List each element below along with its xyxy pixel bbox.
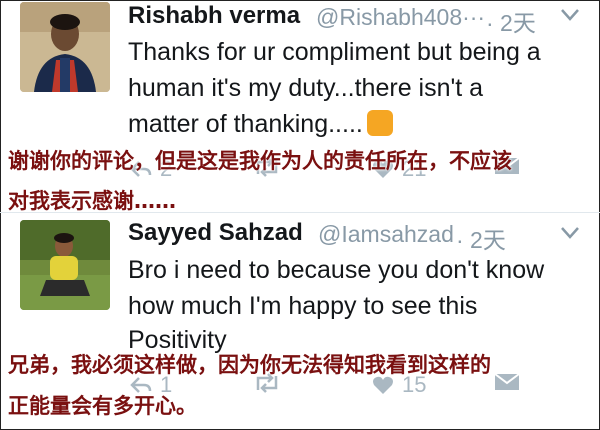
timestamp[interactable]: · 2天 xyxy=(456,221,506,255)
translation-line: 谢谢你的评论，但是这是我作为人的责任所在，不应该 xyxy=(8,149,512,173)
tweet-1[interactable]: Rishabh verma @Rishabh408··· · 2天 Thanks… xyxy=(0,0,600,213)
user-handle[interactable]: @Iamsahzad xyxy=(318,221,454,248)
display-name[interactable]: Sayyed Sahzad xyxy=(128,219,303,247)
translation-line: 对我表示感谢…… xyxy=(8,189,176,213)
translation-line: 正能量会有多开心。 xyxy=(8,394,197,418)
dm-button[interactable] xyxy=(494,372,520,392)
caret-down-icon[interactable] xyxy=(560,224,580,247)
tweet-divider xyxy=(0,212,600,213)
caret-down-icon[interactable] xyxy=(560,6,580,29)
tweet-text-line: matter of thanking..... xyxy=(128,110,393,139)
tweet-2[interactable]: Sayyed Sahzad @Iamsahzad · 2天 Bro i need… xyxy=(0,214,600,430)
timestamp[interactable]: · 2天 xyxy=(486,4,536,38)
tweet-text-line: how much I'm happy to see this xyxy=(128,292,478,320)
thumbs-up-emoji xyxy=(366,110,393,136)
avatar[interactable] xyxy=(20,2,110,92)
translation-line: 兄弟，我必须这样做，因为你无法得知我看到这样的 xyxy=(8,353,491,377)
tweet-text-segment: matter of thanking..... xyxy=(128,110,363,138)
user-handle[interactable]: @Rishabh408··· xyxy=(316,4,485,31)
tweet-text-line: Bro i need to because you don't know xyxy=(128,256,545,284)
tweet-text-line: Thanks for ur compliment but being a xyxy=(128,38,541,66)
avatar[interactable] xyxy=(20,220,110,310)
tweet-text-line: human it's my duty...there isn't a xyxy=(128,74,484,102)
dm-icon xyxy=(494,373,520,390)
display-name[interactable]: Rishabh verma xyxy=(128,2,300,30)
